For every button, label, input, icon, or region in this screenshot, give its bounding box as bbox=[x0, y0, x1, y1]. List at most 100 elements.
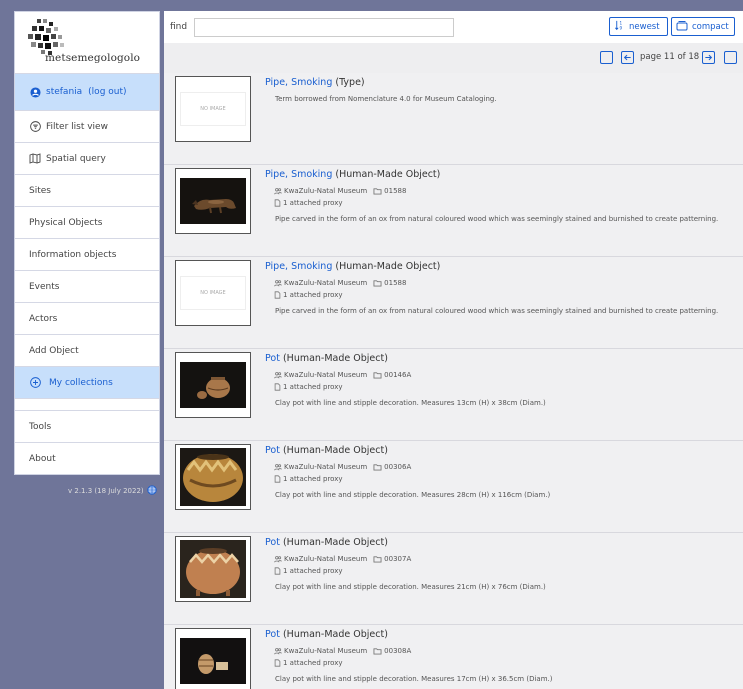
sidebar-item-label: Physical Objects bbox=[29, 217, 103, 228]
sidebar-item-spatial-query[interactable]: Spatial query bbox=[15, 142, 159, 174]
list-item[interactable]: NO IMAGE Pipe, Smoking (Human-Made Objec… bbox=[164, 257, 743, 349]
compact-view-icon bbox=[676, 20, 688, 34]
record-proxy: 1 attached proxy bbox=[274, 291, 343, 299]
search-input[interactable] bbox=[194, 17, 455, 37]
sidebar-item-label: Spatial query bbox=[46, 153, 106, 164]
pot-photo bbox=[180, 540, 246, 598]
no-image-placeholder: NO IMAGE bbox=[181, 93, 245, 125]
find-label: find bbox=[170, 22, 188, 32]
record-title: Pipe, Smoking (Type) bbox=[265, 77, 365, 88]
list-item[interactable]: Pipe, Smoking (Human-Made Object) KwaZul… bbox=[164, 165, 743, 257]
thumbnail[interactable] bbox=[175, 168, 251, 234]
sidebar-item-filter-list-view[interactable]: Filter list view bbox=[15, 110, 159, 142]
document-icon bbox=[274, 383, 281, 391]
sidebar-item-my-collections[interactable]: My collections bbox=[15, 366, 159, 398]
thumbnail[interactable] bbox=[175, 536, 251, 602]
institution-icon bbox=[274, 279, 282, 287]
logout-link[interactable]: (log out) bbox=[88, 87, 126, 97]
record-name-link[interactable]: Pot bbox=[265, 537, 280, 548]
sidebar-item-physical-objects[interactable]: Physical Objects bbox=[15, 206, 159, 238]
sidebar-item-sites[interactable]: Sites bbox=[15, 174, 159, 206]
institution-icon bbox=[274, 463, 282, 471]
folder-icon bbox=[373, 555, 382, 563]
record-museum: KwaZulu-Natal Museum bbox=[284, 371, 368, 379]
record-name-link[interactable]: Pipe, Smoking bbox=[265, 169, 332, 180]
record-name-link[interactable]: Pipe, Smoking bbox=[265, 77, 332, 88]
proxy-count: 1 attached proxy bbox=[283, 291, 343, 299]
record-description: Term borrowed from Nomenclature 4.0 for … bbox=[275, 95, 497, 103]
record-name-link[interactable]: Pipe, Smoking bbox=[265, 261, 332, 272]
list-item[interactable]: Pot (Human-Made Object) KwaZulu-Natal Mu… bbox=[164, 441, 743, 533]
sidebar-item-tools[interactable]: Tools bbox=[15, 410, 159, 442]
sidebar-item-label: Filter list view bbox=[46, 121, 108, 132]
record-type: (Human-Made Object) bbox=[335, 169, 441, 180]
sidebar-item-add-object[interactable]: Add Object bbox=[15, 334, 159, 366]
list-item[interactable]: Pot (Human-Made Object) KwaZulu-Natal Mu… bbox=[164, 349, 743, 441]
next-page-button[interactable] bbox=[702, 51, 715, 64]
sidebar-item-label: About bbox=[29, 453, 56, 464]
arrow-right-icon bbox=[705, 54, 713, 61]
record-name-link[interactable]: Pot bbox=[265, 445, 280, 456]
sidebar-item-label: Add Object bbox=[29, 345, 79, 356]
sidebar: metsemegologolo stefania (log out) Filte… bbox=[14, 11, 160, 475]
sidebar-item-information-objects[interactable]: Information objects bbox=[15, 238, 159, 270]
record-proxy: 1 attached proxy bbox=[274, 199, 343, 207]
no-image-placeholder: NO IMAGE bbox=[181, 277, 245, 309]
record-name-link[interactable]: Pot bbox=[265, 353, 280, 364]
compact-view-button[interactable]: compact bbox=[671, 17, 735, 36]
username: stefania bbox=[46, 87, 83, 97]
record-meta: KwaZulu-Natal Museum 00308A bbox=[274, 647, 411, 655]
record-number: 00146A bbox=[384, 371, 412, 379]
thumbnail[interactable] bbox=[175, 444, 251, 510]
thumbnail[interactable] bbox=[175, 352, 251, 418]
previous-page-button[interactable] bbox=[621, 51, 634, 64]
document-icon bbox=[274, 199, 281, 207]
record-number: 01588 bbox=[384, 187, 407, 195]
proxy-count: 1 attached proxy bbox=[283, 659, 343, 667]
folder-icon bbox=[373, 279, 382, 287]
list-item[interactable]: Pot (Human-Made Object) KwaZulu-Natal Mu… bbox=[164, 533, 743, 625]
institution-icon bbox=[274, 555, 282, 563]
list-item[interactable]: Pot (Human-Made Object) KwaZulu-Natal Mu… bbox=[164, 625, 743, 689]
proxy-count: 1 attached proxy bbox=[283, 475, 343, 483]
sidebar-item-actors[interactable]: Actors bbox=[15, 302, 159, 334]
arrow-left-icon bbox=[623, 54, 631, 61]
sidebar-item-label: My collections bbox=[49, 377, 113, 388]
record-description: Pipe carved in the form of an ox from na… bbox=[275, 307, 719, 315]
thumbnail[interactable]: NO IMAGE bbox=[175, 76, 251, 142]
pipe-photo bbox=[180, 178, 246, 224]
sidebar-item-events[interactable]: Events bbox=[15, 270, 159, 302]
compact-label: compact bbox=[692, 21, 729, 32]
institution-icon bbox=[274, 647, 282, 655]
record-description: Clay pot with line and stipple decoratio… bbox=[275, 675, 553, 683]
main-panel: find 19 newest compact page 11 of 18 NO … bbox=[164, 11, 743, 689]
list-item[interactable]: NO IMAGE Pipe, Smoking (Type) Term borro… bbox=[164, 73, 743, 165]
results-list: NO IMAGE Pipe, Smoking (Type) Term borro… bbox=[164, 73, 743, 689]
sort-numeric-icon: 19 bbox=[614, 20, 625, 34]
record-meta: KwaZulu-Natal Museum 00306A bbox=[274, 463, 411, 471]
pot-photo bbox=[180, 638, 246, 684]
record-description: Clay pot with line and stipple decoratio… bbox=[275, 491, 551, 499]
thumbnail[interactable]: NO IMAGE bbox=[175, 260, 251, 326]
last-page-button[interactable] bbox=[724, 51, 737, 64]
record-name-link[interactable]: Pot bbox=[265, 629, 280, 640]
sidebar-item-label: Sites bbox=[29, 185, 51, 196]
record-type: (Type) bbox=[335, 77, 365, 88]
app-name: metsemegologolo bbox=[45, 52, 141, 64]
newest-label: newest bbox=[629, 21, 660, 32]
record-number: 00308A bbox=[384, 647, 412, 655]
record-title: Pipe, Smoking (Human-Made Object) bbox=[265, 261, 440, 272]
document-icon bbox=[274, 659, 281, 667]
thumbnail[interactable] bbox=[175, 628, 251, 689]
record-description: Clay pot with line and stipple decoratio… bbox=[275, 583, 546, 591]
record-proxy: 1 attached proxy bbox=[274, 475, 343, 483]
sort-newest-button[interactable]: 19 newest bbox=[609, 17, 668, 36]
first-page-button[interactable] bbox=[600, 51, 613, 64]
sidebar-item-about[interactable]: About bbox=[15, 442, 159, 474]
globe-icon[interactable] bbox=[146, 485, 157, 497]
logo[interactable]: metsemegologolo bbox=[15, 12, 159, 73]
folder-icon bbox=[373, 371, 382, 379]
record-title: Pot (Human-Made Object) bbox=[265, 445, 388, 456]
record-meta: KwaZulu-Natal Museum 01588 bbox=[274, 187, 406, 195]
proxy-count: 1 attached proxy bbox=[283, 383, 343, 391]
